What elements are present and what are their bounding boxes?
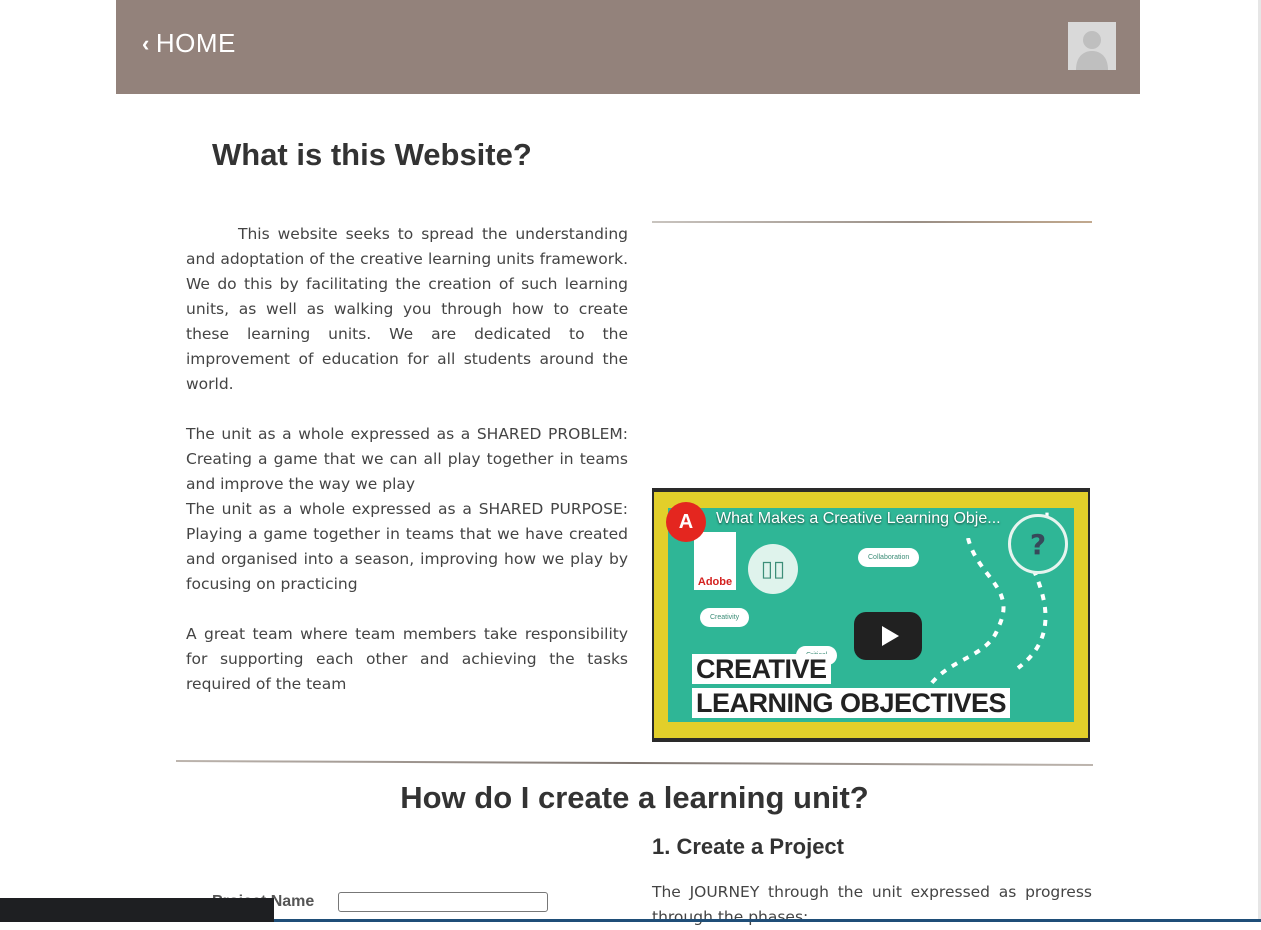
section-divider — [176, 759, 1093, 767]
step-1-title: 1. Create a Project — [652, 834, 844, 859]
adobe-brand-label: Adobe — [697, 576, 733, 588]
project-name-field — [338, 892, 549, 912]
user-avatar-icon[interactable] — [1068, 22, 1116, 70]
chevron-left-icon: ‹ — [142, 30, 150, 56]
intro-text: This website seeks to spread the underst… — [186, 222, 628, 722]
home-label: HOME — [155, 28, 236, 58]
overlay-line-2: LEARNING OBJECTIVES — [692, 688, 1011, 718]
bottom-dark-strip — [0, 898, 274, 922]
book-icon: ▯▯ — [748, 544, 798, 594]
adobe-logo: Adobe — [694, 532, 736, 590]
creativity-tag: Creativity — [700, 608, 750, 627]
shared-problem-paragraph: The unit as a whole expressed as a SHARE… — [186, 425, 628, 493]
overlay-line-1: CREATIVE — [692, 654, 831, 684]
play-icon — [881, 626, 899, 646]
media-divider — [652, 221, 1092, 223]
top-nav-bar: ‹ HOME — [116, 0, 1140, 94]
intro-paragraph: This website seeks to spread the underst… — [186, 225, 628, 393]
home-link[interactable]: ‹ HOME — [142, 28, 236, 59]
step-1-text: The JOURNEY through the unit expressed a… — [652, 883, 1092, 926]
channel-avatar-icon[interactable]: A — [666, 502, 706, 542]
youtube-video-embed[interactable]: Adobe ▯▯ Collaboration Creativity Critic… — [652, 488, 1090, 742]
play-button[interactable] — [854, 612, 922, 660]
section-title: How do I create a learning unit? — [400, 780, 869, 815]
video-title[interactable]: What Makes a Creative Learning Obje... — [716, 510, 1036, 528]
help-icon: ? — [1008, 514, 1068, 574]
collaboration-tag: Collaboration — [858, 548, 920, 567]
shared-purpose-paragraph: The unit as a whole expressed as a SHARE… — [186, 500, 628, 593]
team-paragraph: A great team where team members take res… — [186, 625, 628, 693]
page-title: What is this Website? — [212, 137, 532, 172]
